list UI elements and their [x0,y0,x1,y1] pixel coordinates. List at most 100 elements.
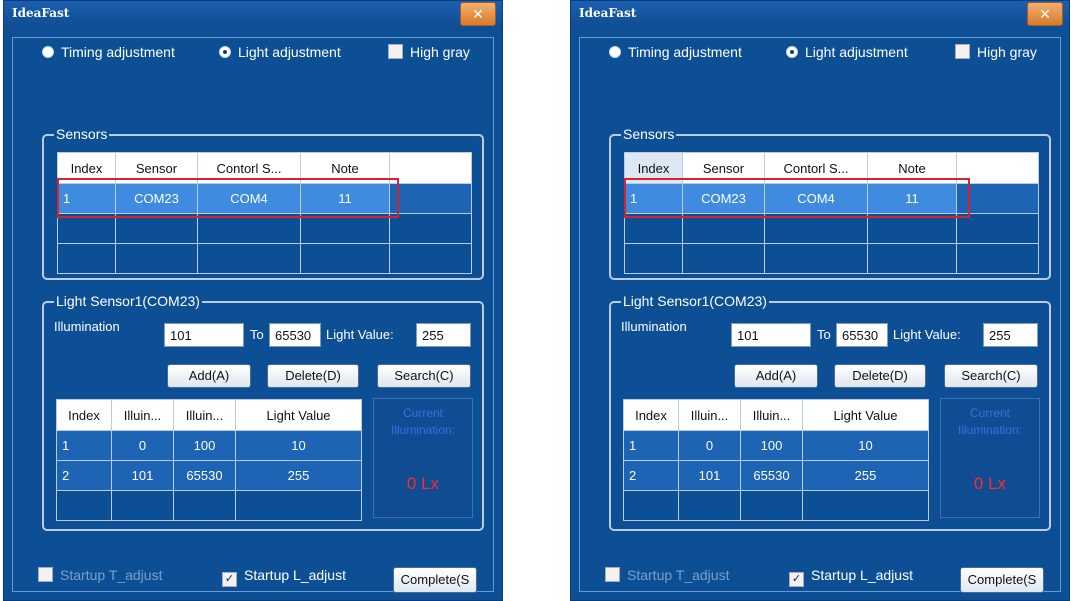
light-value-label: Light Value: [893,327,961,342]
table-cell: 0 [678,430,741,461]
illumination-header-row: Index Illuin... Illuin... Light Value [623,399,929,431]
title-bar: IdeaFast ✕ [571,1,1069,29]
ideafast-window: IdeaFast ✕ Timing adjustment Light adjus… [570,0,1070,601]
search-button[interactable]: Search(C) [944,364,1038,388]
illumination-to-input[interactable]: 65530 [269,323,321,347]
startup-l-adjust-label: Startup L_adjust [244,567,346,583]
startup-l-adjust-checkbox[interactable]: ✓ Startup L_adjust [789,567,913,587]
sensors-group-label: Sensors [54,126,110,142]
current-illumination-panel: Current Illumination: 0 Lx [940,398,1040,518]
table-cell: 10 [802,430,929,461]
illumination-label: Illumination [621,319,687,334]
table-row[interactable]: 1 0 100 10 [56,430,362,461]
table-cell: 101 [111,460,174,491]
table-cell: 0 [111,430,174,461]
table-cell: 2 [56,460,112,491]
table-row-empty [624,243,1039,274]
light-value-input[interactable]: 255 [983,323,1038,347]
column-header[interactable]: Illuin... [173,399,236,431]
table-row[interactable]: 2 101 65530 255 [623,460,929,491]
add-button[interactable]: Add(A) [734,364,818,388]
table-cell: 10 [235,430,362,461]
current-illumination-value: 0 Lx [973,474,1007,493]
table-row[interactable]: 1 0 100 10 [623,430,929,461]
column-header[interactable]: Light Value [235,399,362,431]
current-illumination-value: 0 Lx [406,474,440,493]
current-illumination-label: Current Illumination: [390,406,456,437]
startup-l-adjust-label: Startup L_adjust [811,567,913,583]
illumination-from-input[interactable]: 101 [164,323,244,347]
startup-t-adjust-checkbox[interactable]: Startup T_adjust [605,567,729,583]
add-button[interactable]: Add(A) [167,364,251,388]
table-row-empty [57,213,472,244]
table-row-empty [623,490,929,521]
radio-icon [609,46,621,58]
high-gray-label: High gray [410,44,470,60]
table-row[interactable]: 2 101 65530 255 [56,460,362,491]
checkbox-icon [38,567,53,582]
illumination-header-row: Index Illuin... Illuin... Light Value [56,399,362,431]
timing-adjustment-label: Timing adjustment [628,44,742,60]
column-header[interactable]: Illuin... [740,399,803,431]
timing-adjustment-label: Timing adjustment [61,44,175,60]
column-header-empty [389,152,472,184]
startup-l-adjust-checkbox[interactable]: ✓ Startup L_adjust [222,567,346,587]
to-label: To [250,327,264,342]
light-adjustment-label: Light adjustment [805,44,908,60]
table-row-empty [57,243,472,274]
table-cell: 1 [56,430,112,461]
table-cell: 2 [623,460,679,491]
illumination-table[interactable]: Index Illuin... Illuin... Light Value 1 … [56,399,362,521]
checkbox-checked-icon: ✓ [789,572,804,587]
illumination-label: Illumination [54,319,120,334]
radio-selected-icon [219,46,231,58]
checkbox-icon [955,44,970,59]
light-adjustment-radio[interactable]: Light adjustment [786,44,908,60]
light-adjustment-label: Light adjustment [238,44,341,60]
highlight-box [57,178,399,218]
table-cell [389,183,472,214]
delete-button[interactable]: Delete(D) [834,364,926,388]
sensors-group-label: Sensors [621,126,677,142]
column-header[interactable]: Light Value [802,399,929,431]
column-header[interactable]: Index [623,399,679,431]
complete-button[interactable]: Complete(S [393,567,477,593]
table-cell: 65530 [173,460,236,491]
illumination-table[interactable]: Index Illuin... Illuin... Light Value 1 … [623,399,929,521]
table-row-empty [56,490,362,521]
high-gray-checkbox[interactable]: High gray [388,44,470,60]
search-button[interactable]: Search(C) [377,364,471,388]
delete-button[interactable]: Delete(D) [267,364,359,388]
table-cell: 1 [623,430,679,461]
table-cell: 255 [235,460,362,491]
high-gray-checkbox[interactable]: High gray [955,44,1037,60]
window-title: IdeaFast [579,6,637,20]
light-value-label: Light Value: [326,327,394,342]
close-icon[interactable]: ✕ [1027,2,1063,26]
light-sensor-group-label: Light Sensor1(COM23) [621,293,769,309]
table-cell: 101 [678,460,741,491]
title-bar: IdeaFast ✕ [4,1,502,29]
ideafast-window: IdeaFast ✕ Timing adjustment Light adjus… [3,0,503,601]
timing-adjustment-radio[interactable]: Timing adjustment [42,44,175,60]
column-header[interactable]: Illuin... [111,399,174,431]
illumination-to-input[interactable]: 65530 [836,323,888,347]
high-gray-label: High gray [977,44,1037,60]
radio-selected-icon [786,46,798,58]
complete-button[interactable]: Complete(S [960,567,1044,593]
current-illumination-panel: Current Illumination: 0 Lx [373,398,473,518]
highlight-box [624,178,970,218]
checkbox-checked-icon: ✓ [222,572,237,587]
window-title: IdeaFast [12,6,70,20]
to-label: To [817,327,831,342]
column-header[interactable]: Index [56,399,112,431]
startup-t-adjust-checkbox[interactable]: Startup T_adjust [38,567,162,583]
column-header[interactable]: Illuin... [678,399,741,431]
illumination-from-input[interactable]: 101 [731,323,811,347]
table-cell: 100 [740,430,803,461]
close-icon[interactable]: ✕ [460,2,496,26]
light-value-input[interactable]: 255 [416,323,471,347]
timing-adjustment-radio[interactable]: Timing adjustment [609,44,742,60]
table-cell: 100 [173,430,236,461]
light-adjustment-radio[interactable]: Light adjustment [219,44,341,60]
